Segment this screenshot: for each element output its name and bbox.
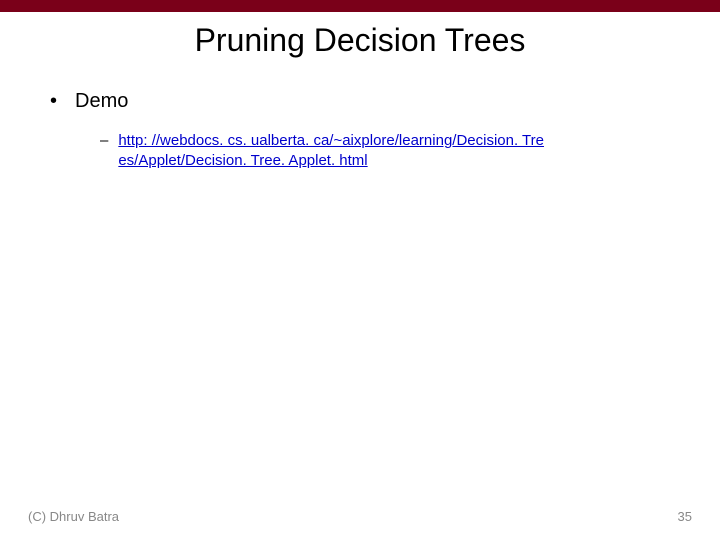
slide-content: • Demo – http: //webdocs. cs. ualberta. … xyxy=(0,89,720,170)
demo-link[interactable]: http: //webdocs. cs. ualberta. ca/~aixpl… xyxy=(118,131,670,170)
slide-number: 35 xyxy=(678,509,692,524)
sub-item-link: – http: //webdocs. cs. ualberta. ca/~aix… xyxy=(50,131,670,170)
bullet-item-demo: • Demo xyxy=(50,89,670,113)
bullet-dot-icon: • xyxy=(50,89,57,113)
bullet-text-demo: Demo xyxy=(75,89,128,113)
slide-title: Pruning Decision Trees xyxy=(0,22,720,59)
slide-footer: (C) Dhruv Batra 35 xyxy=(0,509,720,524)
dash-icon: – xyxy=(100,131,108,151)
footer-copyright: (C) Dhruv Batra xyxy=(28,509,119,524)
top-accent-bar xyxy=(0,0,720,12)
